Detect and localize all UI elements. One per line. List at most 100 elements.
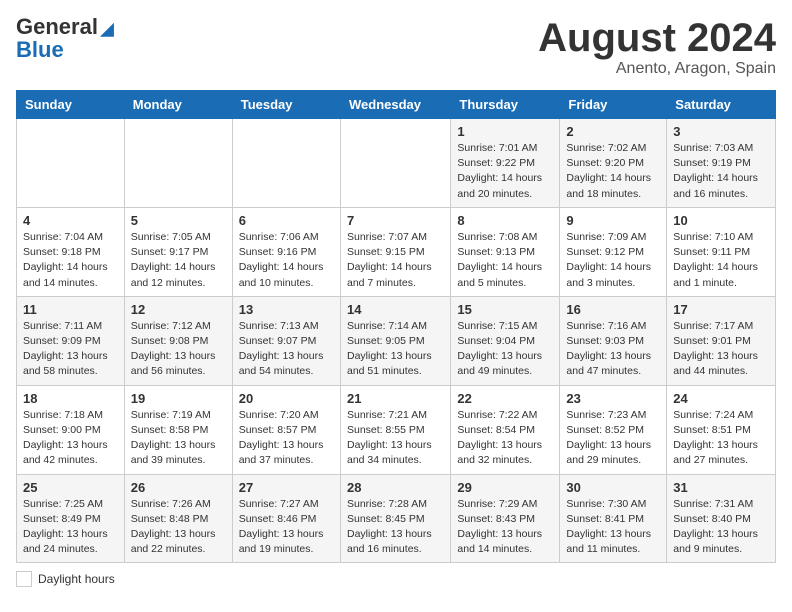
logo-text: General bbox=[16, 16, 114, 39]
title-block: August 2024 Anento, Aragon, Spain bbox=[538, 16, 776, 78]
empty-cell bbox=[340, 119, 450, 208]
empty-cell bbox=[17, 119, 125, 208]
day-number: 4 bbox=[23, 213, 118, 228]
logo-general: General bbox=[16, 14, 98, 39]
day-info: Sunrise: 7:03 AM Sunset: 9:19 PM Dayligh… bbox=[673, 141, 769, 202]
day-info: Sunrise: 7:08 AM Sunset: 9:13 PM Dayligh… bbox=[457, 230, 553, 291]
day-number: 19 bbox=[131, 391, 226, 406]
day-cell-14: 14 Sunrise: 7:14 AM Sunset: 9:05 PM Dayli… bbox=[340, 296, 450, 385]
day-info: Sunrise: 7:10 AM Sunset: 9:11 PM Dayligh… bbox=[673, 230, 769, 291]
header-row: SundayMondayTuesdayWednesdayThursdayFrid… bbox=[17, 91, 776, 119]
day-cell-13: 13 Sunrise: 7:13 AM Sunset: 9:07 PM Dayli… bbox=[232, 296, 340, 385]
day-info: Sunrise: 7:04 AM Sunset: 9:18 PM Dayligh… bbox=[23, 230, 118, 291]
calendar-location: Anento, Aragon, Spain bbox=[538, 60, 776, 78]
day-number: 8 bbox=[457, 213, 553, 228]
day-number: 7 bbox=[347, 213, 444, 228]
day-info: Sunrise: 7:24 AM Sunset: 8:51 PM Dayligh… bbox=[673, 408, 769, 469]
day-cell-1: 1Sunrise: 7:01 AM Sunset: 9:22 PM Daylig… bbox=[451, 119, 560, 208]
daylight-label: Daylight hours bbox=[38, 572, 115, 586]
day-number: 14 bbox=[347, 302, 444, 317]
day-number: 6 bbox=[239, 213, 334, 228]
day-info: Sunrise: 7:13 AM Sunset: 9:07 PM Dayligh… bbox=[239, 319, 334, 380]
day-cell-26: 26Sunrise: 7:26 AM Sunset: 8:48 PM Dayli… bbox=[124, 474, 232, 563]
day-info: Sunrise: 7:16 AM Sunset: 9:03 PM Dayligh… bbox=[566, 319, 660, 380]
day-info: Sunrise: 7:25 AM Sunset: 8:49 PM Dayligh… bbox=[23, 497, 118, 558]
day-number: 5 bbox=[131, 213, 226, 228]
day-number: 30 bbox=[566, 480, 660, 495]
day-cell-10: 10 Sunrise: 7:10 AM Sunset: 9:11 PM Dayli… bbox=[667, 207, 776, 296]
day-number: 24 bbox=[673, 391, 769, 406]
day-info: Sunrise: 7:31 AM Sunset: 8:40 PM Dayligh… bbox=[673, 497, 769, 558]
day-cell-15: 15 Sunrise: 7:15 AM Sunset: 9:04 PM Dayli… bbox=[451, 296, 560, 385]
day-cell-28: 28 Sunrise: 7:28 AM Sunset: 8:45 PM Dayli… bbox=[340, 474, 450, 563]
day-cell-8: 8 Sunrise: 7:08 AM Sunset: 9:13 PM Daylig… bbox=[451, 207, 560, 296]
day-number: 20 bbox=[239, 391, 334, 406]
day-info: Sunrise: 7:06 AM Sunset: 9:16 PM Dayligh… bbox=[239, 230, 334, 291]
week-row-5: 25 Sunrise: 7:25 AM Sunset: 8:49 PM Dayli… bbox=[17, 474, 776, 563]
day-cell-20: 20 Sunrise: 7:20 AM Sunset: 8:57 PM Dayli… bbox=[232, 385, 340, 474]
col-header-tuesday: Tuesday bbox=[232, 91, 340, 119]
day-cell-27: 27Sunrise: 7:27 AM Sunset: 8:46 PM Dayli… bbox=[232, 474, 340, 563]
day-cell-16: 16 Sunrise: 7:16 AM Sunset: 9:03 PM Dayli… bbox=[560, 296, 667, 385]
day-info: Sunrise: 7:30 AM Sunset: 8:41 PM Dayligh… bbox=[566, 497, 660, 558]
empty-cell bbox=[232, 119, 340, 208]
day-number: 23 bbox=[566, 391, 660, 406]
day-cell-21: 21 Sunrise: 7:21 AM Sunset: 8:55 PM Dayli… bbox=[340, 385, 450, 474]
day-cell-31: 31 Sunrise: 7:31 AM Sunset: 8:40 PM Dayli… bbox=[667, 474, 776, 563]
logo-blue-text: Blue bbox=[16, 39, 64, 62]
day-info: Sunrise: 7:07 AM Sunset: 9:15 PM Dayligh… bbox=[347, 230, 444, 291]
day-info: Sunrise: 7:20 AM Sunset: 8:57 PM Dayligh… bbox=[239, 408, 334, 469]
day-number: 3 bbox=[673, 124, 769, 139]
day-info: Sunrise: 7:17 AM Sunset: 9:01 PM Dayligh… bbox=[673, 319, 769, 380]
day-cell-25: 25 Sunrise: 7:25 AM Sunset: 8:49 PM Dayli… bbox=[17, 474, 125, 563]
day-info: Sunrise: 7:14 AM Sunset: 9:05 PM Dayligh… bbox=[347, 319, 444, 380]
day-number: 29 bbox=[457, 480, 553, 495]
day-number: 15 bbox=[457, 302, 553, 317]
day-number: 18 bbox=[23, 391, 118, 406]
week-row-2: 4 Sunrise: 7:04 AM Sunset: 9:18 PM Daylig… bbox=[17, 207, 776, 296]
day-cell-24: 24 Sunrise: 7:24 AM Sunset: 8:51 PM Dayli… bbox=[667, 385, 776, 474]
day-info: Sunrise: 7:28 AM Sunset: 8:45 PM Dayligh… bbox=[347, 497, 444, 558]
day-number: 21 bbox=[347, 391, 444, 406]
day-cell-22: 22Sunrise: 7:22 AM Sunset: 8:54 PM Dayli… bbox=[451, 385, 560, 474]
day-cell-5: 5 Sunrise: 7:05 AM Sunset: 9:17 PM Daylig… bbox=[124, 207, 232, 296]
day-number: 26 bbox=[131, 480, 226, 495]
day-cell-29: 29Sunrise: 7:29 AM Sunset: 8:43 PM Dayli… bbox=[451, 474, 560, 563]
day-cell-4: 4 Sunrise: 7:04 AM Sunset: 9:18 PM Daylig… bbox=[17, 207, 125, 296]
day-info: Sunrise: 7:22 AM Sunset: 8:54 PM Dayligh… bbox=[457, 408, 553, 469]
day-number: 31 bbox=[673, 480, 769, 495]
day-number: 28 bbox=[347, 480, 444, 495]
daylight-swatch bbox=[16, 571, 32, 587]
col-header-thursday: Thursday bbox=[451, 91, 560, 119]
day-number: 11 bbox=[23, 302, 118, 317]
day-info: Sunrise: 7:23 AM Sunset: 8:52 PM Dayligh… bbox=[566, 408, 660, 469]
col-header-saturday: Saturday bbox=[667, 91, 776, 119]
day-cell-17: 17 Sunrise: 7:17 AM Sunset: 9:01 PM Dayli… bbox=[667, 296, 776, 385]
day-cell-19: 19 Sunrise: 7:19 AM Sunset: 8:58 PM Dayli… bbox=[124, 385, 232, 474]
day-info: Sunrise: 7:15 AM Sunset: 9:04 PM Dayligh… bbox=[457, 319, 553, 380]
day-number: 10 bbox=[673, 213, 769, 228]
day-info: Sunrise: 7:21 AM Sunset: 8:55 PM Dayligh… bbox=[347, 408, 444, 469]
day-info: Sunrise: 7:19 AM Sunset: 8:58 PM Dayligh… bbox=[131, 408, 226, 469]
day-number: 27 bbox=[239, 480, 334, 495]
col-header-wednesday: Wednesday bbox=[340, 91, 450, 119]
day-number: 25 bbox=[23, 480, 118, 495]
day-info: Sunrise: 7:05 AM Sunset: 9:17 PM Dayligh… bbox=[131, 230, 226, 291]
day-number: 9 bbox=[566, 213, 660, 228]
col-header-friday: Friday bbox=[560, 91, 667, 119]
day-cell-6: 6 Sunrise: 7:06 AM Sunset: 9:16 PM Daylig… bbox=[232, 207, 340, 296]
empty-cell bbox=[124, 119, 232, 208]
day-cell-9: 9 Sunrise: 7:09 AM Sunset: 9:12 PM Daylig… bbox=[560, 207, 667, 296]
day-info: Sunrise: 7:11 AM Sunset: 9:09 PM Dayligh… bbox=[23, 319, 118, 380]
day-cell-3: 3 Sunrise: 7:03 AM Sunset: 9:19 PM Daylig… bbox=[667, 119, 776, 208]
calendar-footer: Daylight hours bbox=[16, 571, 776, 587]
logo: General Blue bbox=[16, 16, 114, 62]
day-number: 16 bbox=[566, 302, 660, 317]
day-cell-23: 23 Sunrise: 7:23 AM Sunset: 8:52 PM Dayli… bbox=[560, 385, 667, 474]
logo-icon bbox=[100, 23, 114, 37]
day-number: 17 bbox=[673, 302, 769, 317]
calendar-title: August 2024 bbox=[538, 16, 776, 60]
day-info: Sunrise: 7:09 AM Sunset: 9:12 PM Dayligh… bbox=[566, 230, 660, 291]
day-cell-2: 2Sunrise: 7:02 AM Sunset: 9:20 PM Daylig… bbox=[560, 119, 667, 208]
day-number: 13 bbox=[239, 302, 334, 317]
